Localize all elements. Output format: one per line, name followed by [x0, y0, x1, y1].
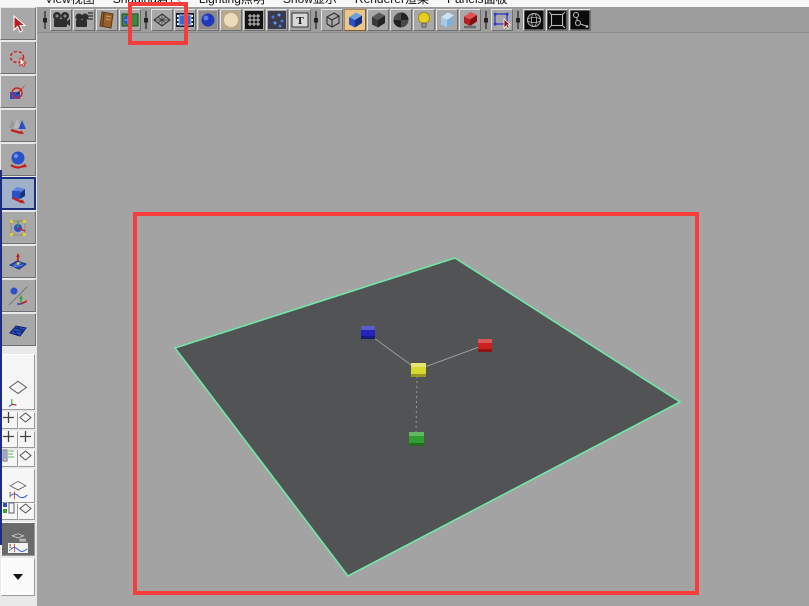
flat-shade-circle-icon — [221, 10, 241, 30]
light-bulb-button[interactable] — [413, 9, 435, 31]
move-tool-icon — [8, 116, 28, 136]
toolbar-separator — [514, 9, 522, 31]
plus-pane-icon — [19, 430, 34, 450]
four-pane-layout-button-2[interactable] — [18, 431, 35, 448]
soft-modification-button[interactable] — [0, 245, 36, 278]
quick-layout-buttons — [1, 354, 36, 596]
joint-chain-button[interactable] — [569, 9, 591, 31]
textured-icon: T — [290, 10, 310, 30]
layout-two-pane-right-button[interactable] — [18, 412, 35, 429]
show-manipulator-button[interactable] — [0, 279, 36, 312]
shaded-cube-button[interactable] — [344, 9, 366, 31]
bookmark-book-button[interactable] — [96, 9, 118, 31]
single-pane-layout-button[interactable] — [1, 354, 35, 410]
hypershade-grid-icon — [2, 502, 17, 522]
maya-viewport-window: View视图Shading着色Lighting照明Show显示Renderer渲… — [0, 0, 809, 606]
svg-text:T: T — [296, 15, 304, 27]
paint-brush-icon — [8, 82, 28, 102]
hypershade-graph-layout-button[interactable] — [1, 522, 35, 556]
wireframe-on-shaded-icon — [244, 10, 264, 30]
wireframe-on-shaded-button[interactable] — [243, 9, 265, 31]
select-arrow-icon — [8, 14, 28, 34]
rotate-tool-button[interactable] — [0, 143, 36, 176]
point-material-button[interactable] — [266, 9, 288, 31]
movie-camera-icon — [51, 10, 71, 30]
checker-sphere-button[interactable] — [390, 9, 412, 31]
small-persp-icon — [19, 502, 34, 522]
outliner-list-icon — [2, 449, 17, 469]
scale-tool-icon — [8, 184, 28, 204]
checker-sphere-icon — [391, 10, 411, 30]
universal-manipulator-button[interactable] — [0, 211, 36, 244]
smooth-shade-sphere-icon — [198, 10, 218, 30]
toolbar-separator — [482, 9, 490, 31]
soft-modification-icon — [8, 252, 28, 272]
show-manipulator-icon — [8, 286, 28, 306]
viewport-highlight-annotation — [133, 212, 699, 595]
movie-camera-button[interactable] — [50, 9, 72, 31]
sky-cube-icon — [437, 10, 457, 30]
menu-item-renderer[interactable]: Renderer渲染 — [355, 0, 429, 7]
wire-sphere-icon — [524, 10, 544, 30]
wire-sphere-button[interactable] — [523, 9, 545, 31]
toolbar-separator — [41, 9, 49, 31]
move-tool-button[interactable] — [0, 109, 36, 142]
single-pane-icon — [8, 372, 28, 392]
grid-tool-button[interactable] — [0, 313, 36, 346]
frame-cube-icon — [547, 10, 567, 30]
universal-manipulator-icon — [8, 218, 28, 238]
light-bulb-icon — [414, 10, 434, 30]
grid-plane-blue-icon — [8, 320, 28, 340]
frame-cube-button[interactable] — [546, 9, 568, 31]
toolbar-highlight-annotation — [128, 2, 188, 45]
persp-over-curve-icon — [8, 476, 28, 496]
persp-graph-layout-button[interactable] — [1, 469, 35, 503]
shadow-cube-button[interactable] — [459, 9, 481, 31]
isolate-select-button[interactable] — [491, 9, 513, 31]
sky-cube-button[interactable] — [436, 9, 458, 31]
joint-chain-icon — [570, 10, 590, 30]
outliner-persp-layout-button[interactable] — [1, 450, 18, 467]
hypershade-persp-layout-button[interactable] — [1, 503, 18, 520]
bounding-cube-button[interactable] — [367, 9, 389, 31]
four-pane-layout-button[interactable] — [1, 431, 18, 448]
menu-item-lighting[interactable]: Lighting照明 — [199, 0, 265, 7]
layout-dropdown-arrow-icon — [13, 574, 23, 580]
isolate-select-icon — [492, 10, 512, 30]
camera-attributes-icon — [74, 10, 94, 30]
shaded-cube-icon — [345, 10, 365, 30]
menu-item-view[interactable]: View视图 — [45, 0, 95, 7]
bounding-cube-icon — [368, 10, 388, 30]
point-material-icon — [267, 10, 287, 30]
camera-attributes-button[interactable] — [73, 9, 95, 31]
scale-tool-button[interactable] — [0, 177, 36, 210]
menu-item-panels[interactable]: Panels面板 — [447, 0, 508, 7]
plus-pane-icon — [2, 411, 17, 431]
hypershade-over-curve-icon — [8, 529, 28, 549]
lasso-icon — [8, 48, 28, 68]
shadow-cube-icon — [460, 10, 480, 30]
small-persp-icon — [19, 449, 34, 469]
toolbar-separator — [312, 9, 320, 31]
lasso-tool-button[interactable] — [0, 41, 36, 74]
hypershade-persp-layout-persp-button[interactable] — [18, 503, 35, 520]
small-persp-icon — [19, 411, 34, 431]
smooth-shade-sphere-button[interactable] — [197, 9, 219, 31]
layout-two-pane-left-button[interactable] — [1, 412, 18, 429]
textured-button[interactable]: T — [289, 9, 311, 31]
wireframe-cube-button[interactable] — [321, 9, 343, 31]
wireframe-cube-icon — [322, 10, 342, 30]
window-edge-highlight — [0, 170, 2, 545]
menu-item-show[interactable]: Show显示 — [283, 0, 337, 7]
paint-select-tool-button[interactable] — [0, 75, 36, 108]
flat-shade-circle-button[interactable] — [220, 9, 242, 31]
outliner-persp-layout-persp-button[interactable] — [18, 450, 35, 467]
layout-dropdown-button[interactable] — [1, 558, 35, 596]
tool-box — [0, 7, 37, 606]
plus-pane-icon — [2, 430, 17, 450]
rotate-tool-icon — [8, 150, 28, 170]
select-tool-button[interactable] — [0, 7, 36, 40]
bookmark-book-icon — [97, 10, 117, 30]
